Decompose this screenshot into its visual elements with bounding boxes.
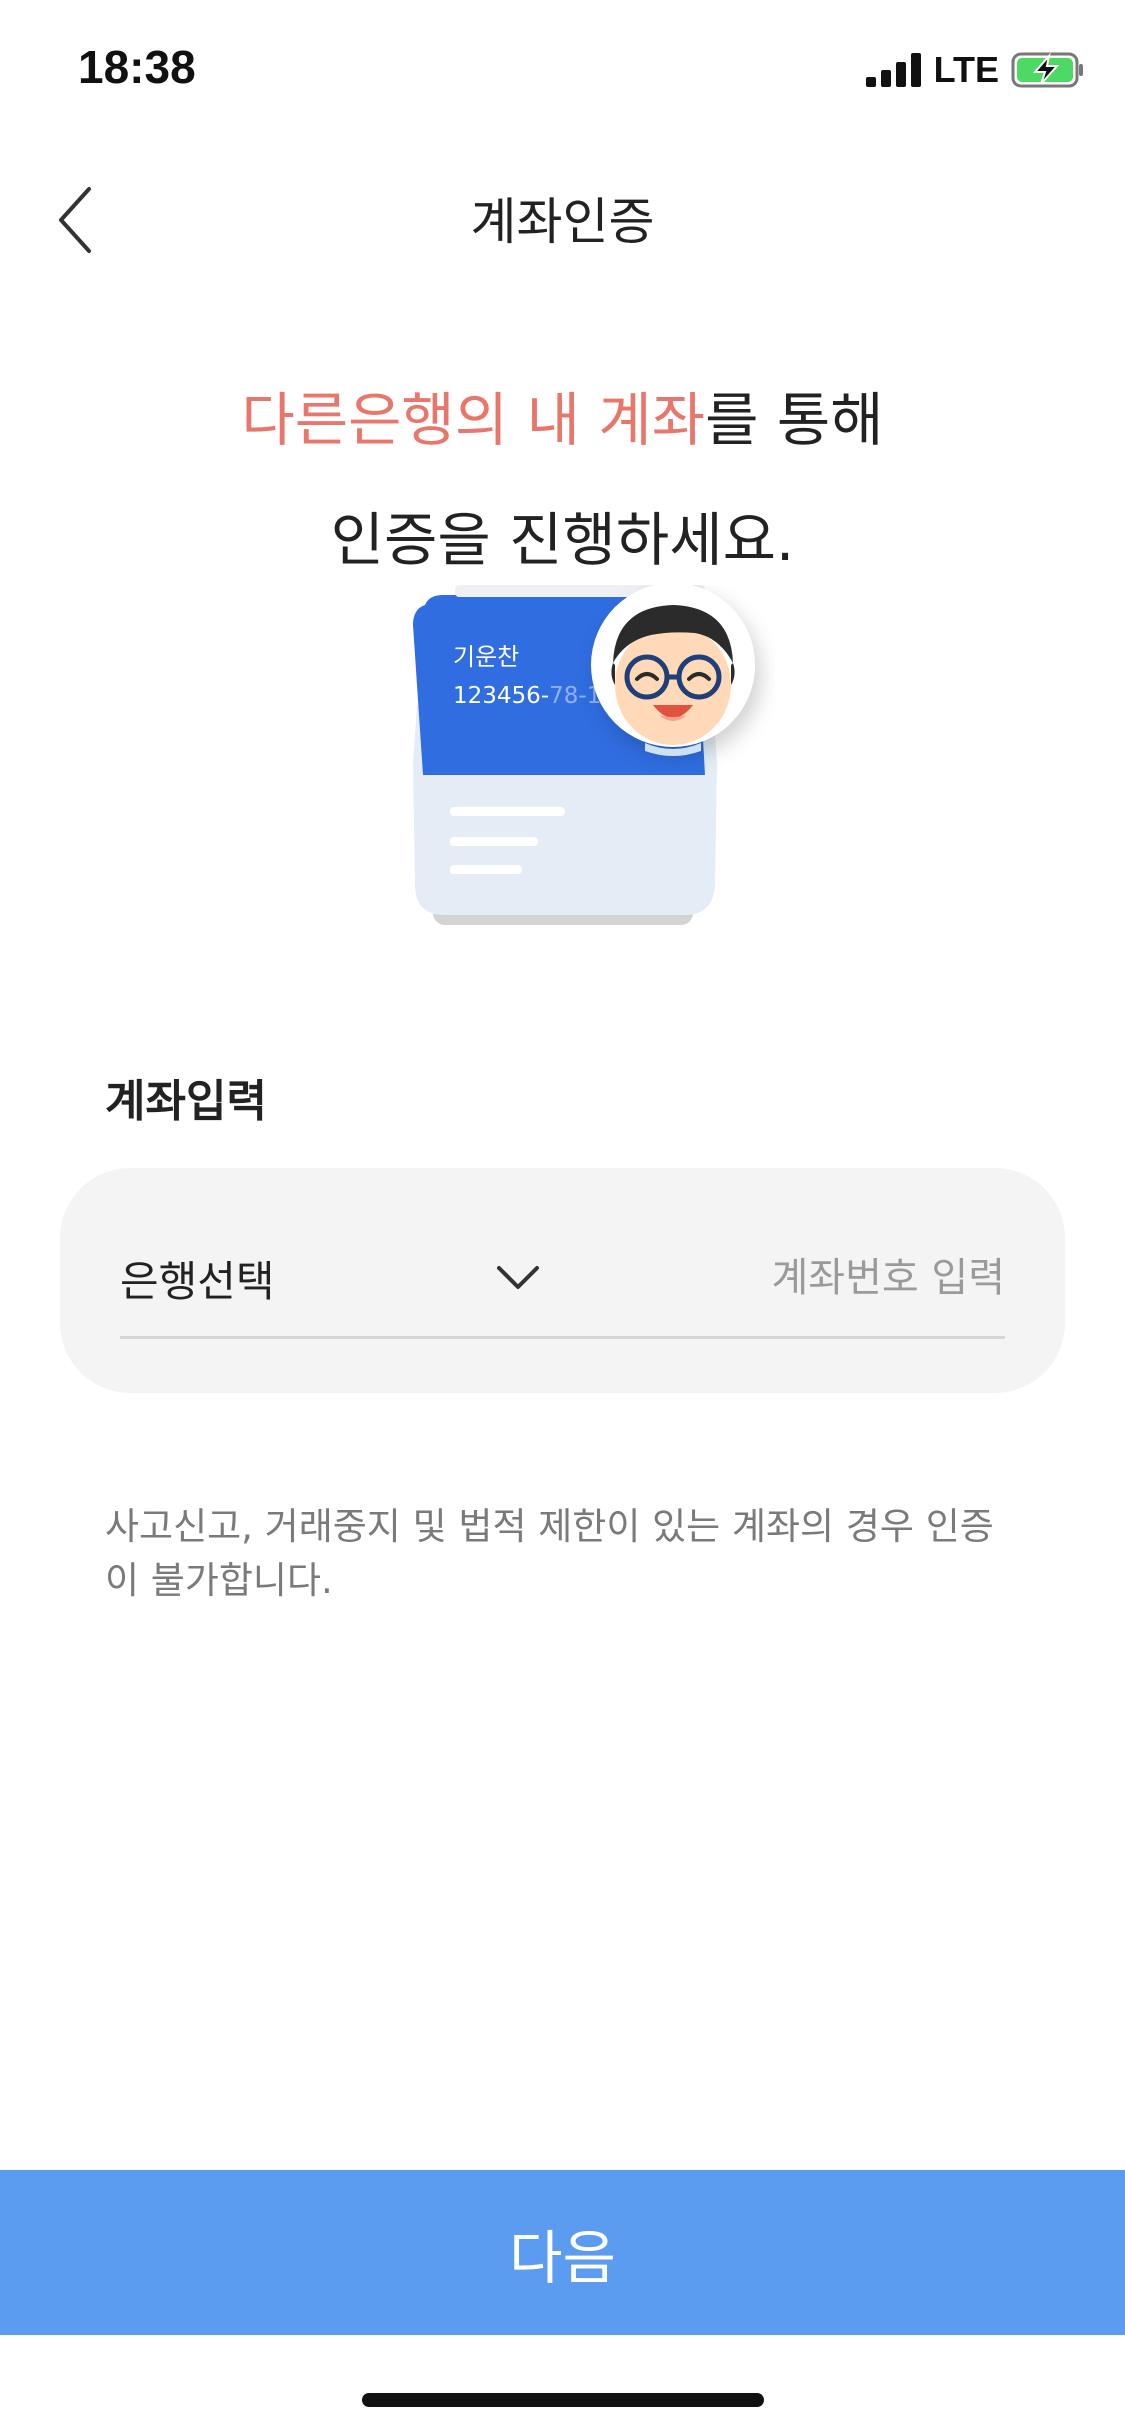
bank-select-label: 은행선택	[120, 1256, 275, 1306]
network-label: LTE	[933, 49, 999, 90]
home-indicator	[362, 2393, 764, 2407]
section-label: 계좌입력	[105, 1076, 267, 1127]
status-indicators: LTE	[865, 48, 1085, 92]
battery-charging-icon	[1011, 52, 1083, 88]
page-line	[450, 865, 522, 874]
headline-line-2: 인증을 진행하세요.	[330, 506, 795, 574]
account-number-input[interactable]	[575, 1228, 1005, 1328]
headline-line-1-rest: 를 통해	[705, 386, 884, 454]
headline-line-1: 다른은행의 내 계좌를 통해	[0, 360, 1125, 480]
nav-bar: 계좌인증	[0, 160, 1125, 270]
next-button[interactable]: 다음	[0, 2170, 1125, 2335]
page-title: 계좌인증	[470, 193, 655, 251]
account-card-illustration: 기운찬 123456-78-1	[395, 583, 775, 945]
bank-select-dropdown[interactable]: 은행선택	[120, 1228, 540, 1328]
chevron-down-icon	[497, 1266, 539, 1289]
status-time: 18:38	[78, 41, 196, 93]
headline: 다른은행의 내 계좌를 통해 인증을 진행하세요.	[0, 360, 1125, 600]
signal-bars-icon	[865, 53, 921, 87]
notice-text: 사고신고, 거래중지 및 법적 제한이 있는 계좌의 경우 인증이 불가합니다.	[105, 1505, 994, 1602]
page-line	[450, 837, 538, 846]
card-name: 기운찬	[453, 643, 519, 671]
account-input-card: 은행선택	[60, 1168, 1065, 1393]
bankbook-graphic: 기운찬 123456-78-1	[413, 583, 755, 925]
headline-highlight: 다른은행의 내 계좌	[241, 386, 706, 454]
page-line	[450, 807, 565, 816]
status-bar: 18:38 LTE	[0, 0, 1125, 140]
card-number: 123456-78-1	[453, 683, 601, 709]
input-underline	[120, 1336, 1005, 1339]
